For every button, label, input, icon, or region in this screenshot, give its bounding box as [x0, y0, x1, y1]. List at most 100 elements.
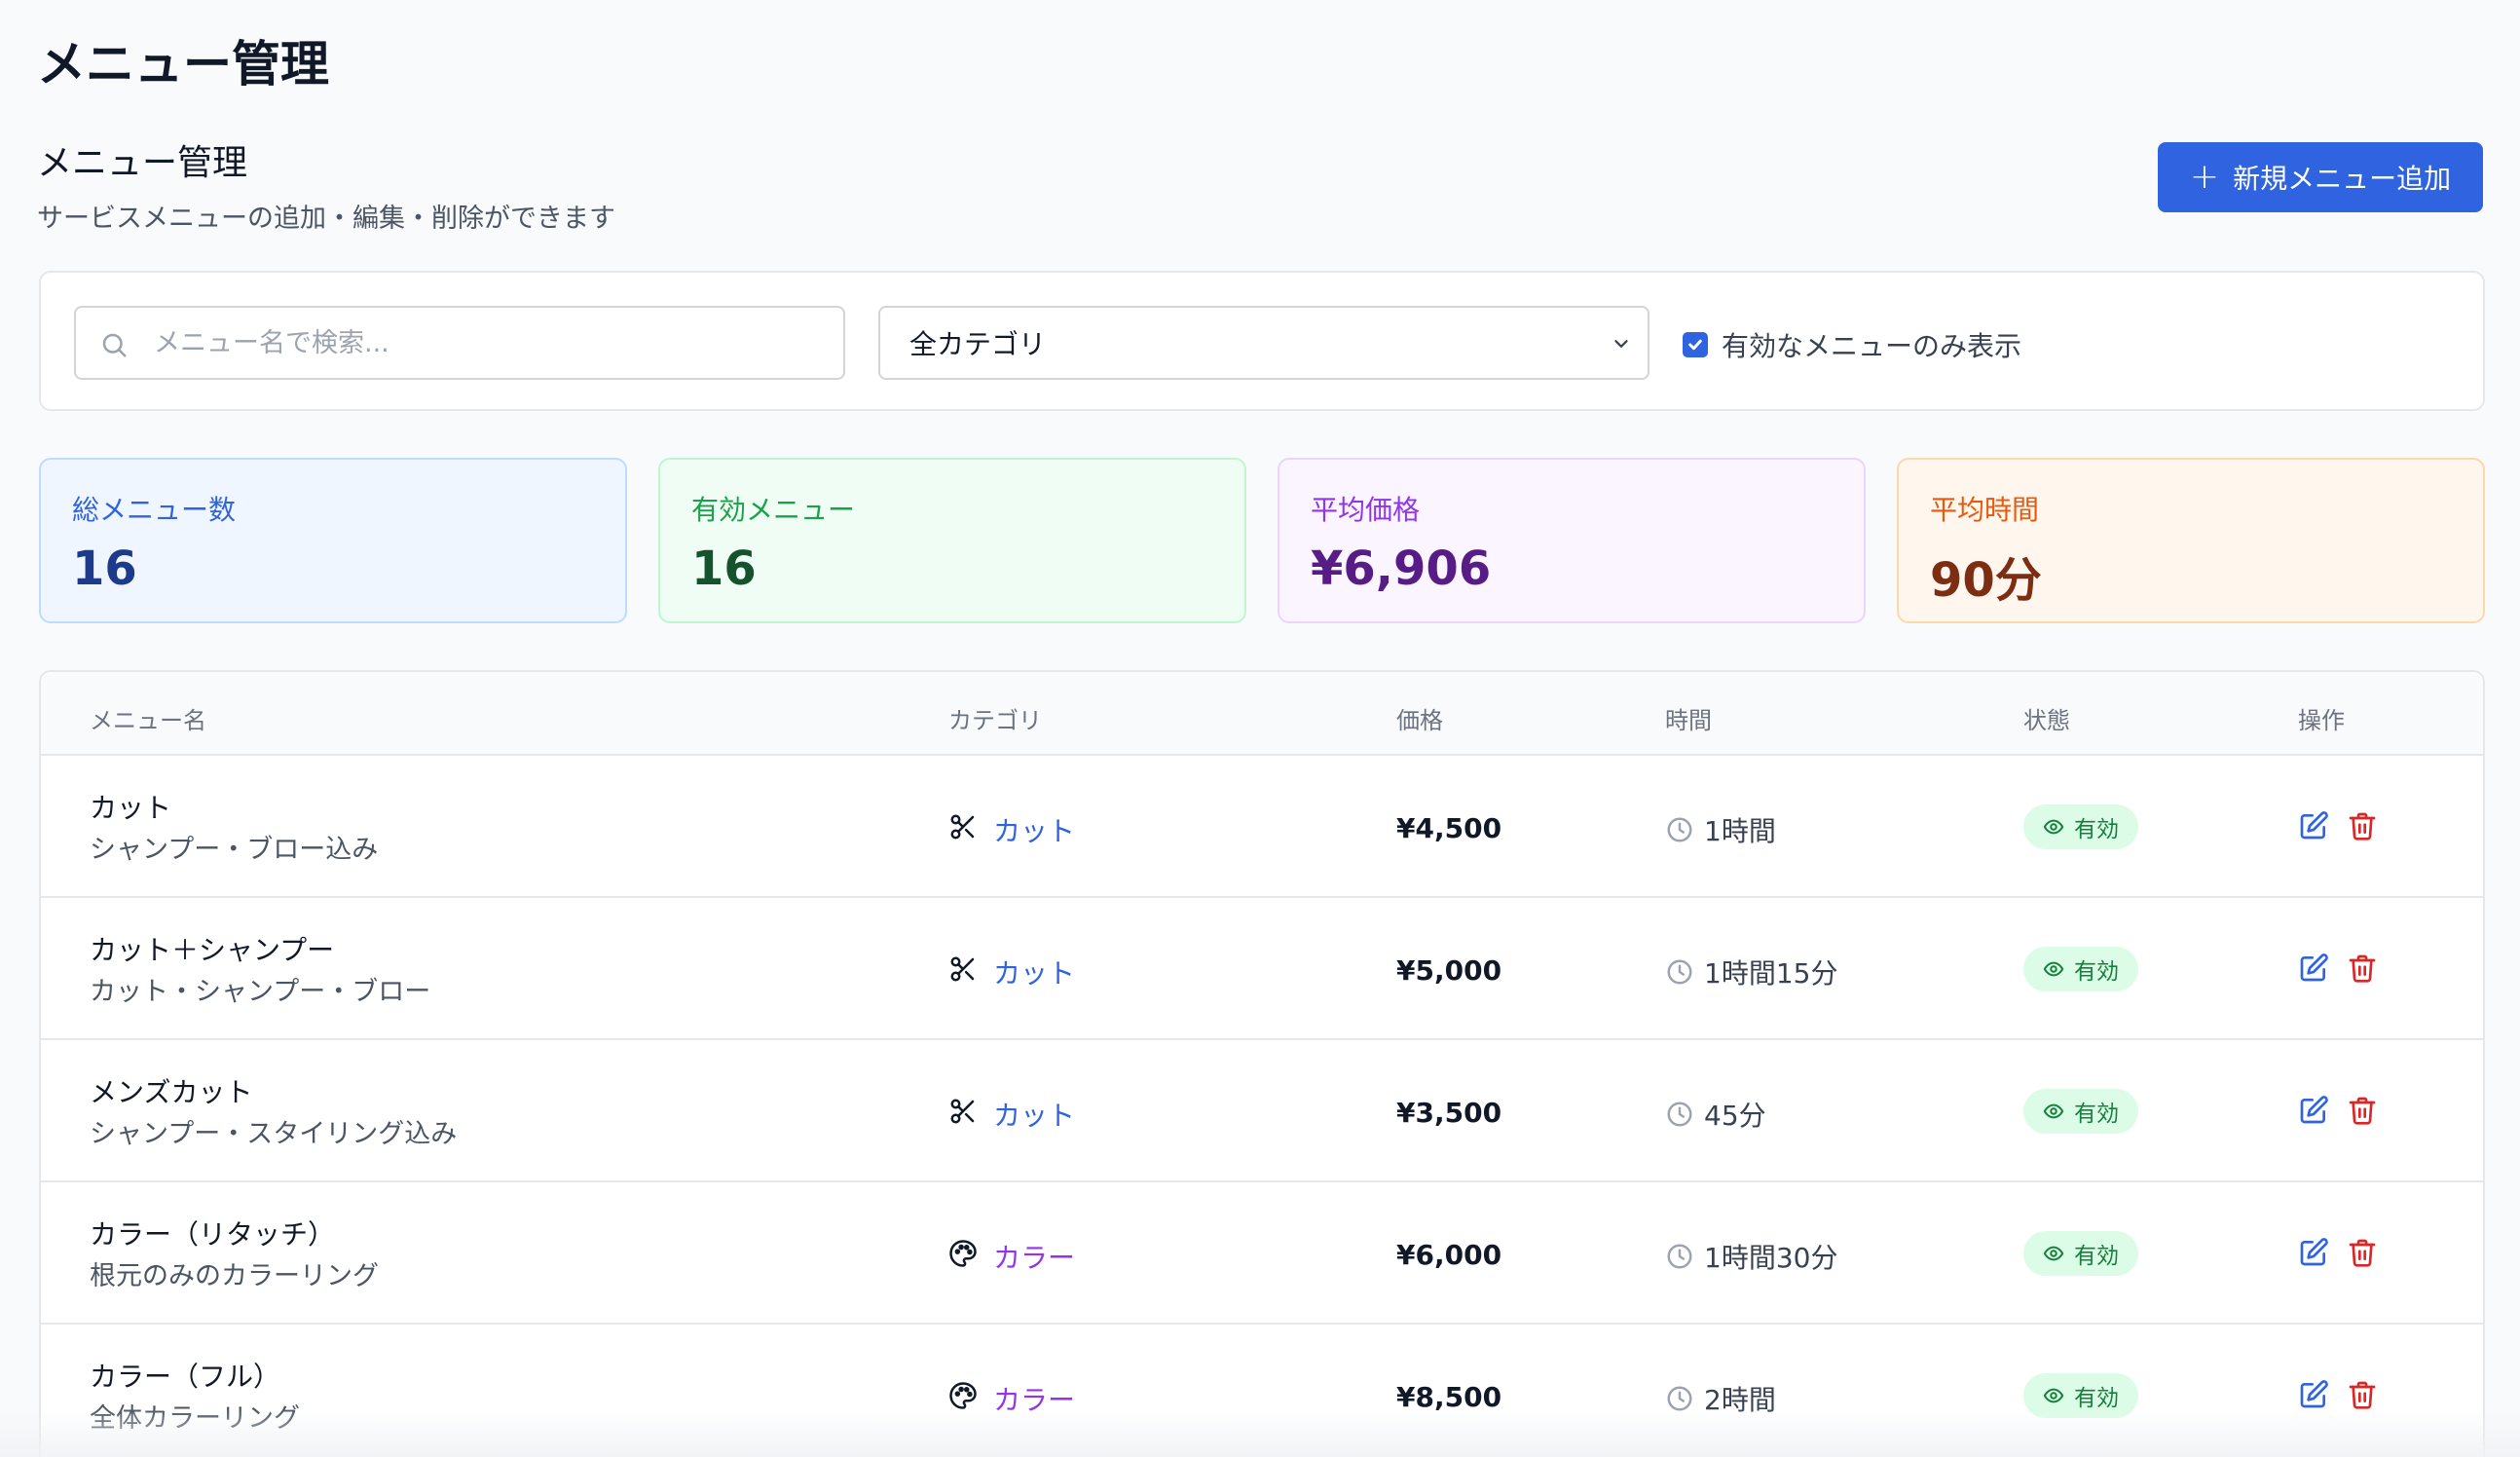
duration-label: 1時間	[1704, 815, 1776, 847]
delete-icon[interactable]	[2347, 1095, 2378, 1126]
table-header: メニュー名 カテゴリ 価格 時間 状態 操作	[41, 672, 2483, 754]
table-row: カット シャンプー・ブロー込み カット ¥4,500 1時間 有効	[41, 754, 2483, 896]
category-label: カラー	[993, 1242, 1076, 1274]
edit-icon[interactable]	[2298, 1237, 2329, 1268]
chevron-down-icon	[1614, 340, 1628, 348]
eye-icon	[2043, 961, 2064, 977]
section-subtitle: サービスメニューの追加・編集・削除ができます	[37, 204, 615, 234]
delete-icon[interactable]	[2347, 810, 2378, 841]
row-actions	[2298, 1379, 2378, 1410]
palette-icon	[948, 1381, 978, 1417]
menu-price: ¥8,500	[1396, 1381, 1502, 1413]
page-title: メニュー管理	[37, 36, 329, 93]
scissors-icon	[948, 812, 978, 848]
active-only-filter[interactable]: 有効なメニューのみ表示	[1683, 325, 2021, 364]
clock-icon	[1667, 959, 1692, 985]
duration-label: 2時間	[1704, 1384, 1776, 1416]
table-row: メンズカット シャンプー・スタイリング込み カット ¥3,500 45分 有効	[41, 1038, 2483, 1180]
menu-price: ¥6,000	[1396, 1239, 1502, 1271]
category-select[interactable]: 全カテゴリ	[878, 306, 1649, 380]
eye-icon	[2043, 1103, 2064, 1119]
status-badge: 有効	[2023, 804, 2138, 849]
header-status: 状態	[2023, 707, 2070, 734]
section-title: メニュー管理	[37, 143, 248, 183]
add-menu-button[interactable]: + 新規メニュー追加	[2158, 142, 2483, 212]
plus-icon: +	[2189, 157, 2220, 197]
menu-category: カット	[948, 1095, 1075, 1134]
menu-description: シャンプー・ブロー込み	[90, 835, 379, 865]
search-icon	[102, 333, 127, 357]
clock-icon	[1667, 1244, 1692, 1269]
edit-icon[interactable]	[2298, 1379, 2329, 1410]
table-row: カット＋シャンプー カット・シャンプー・ブロー カット ¥5,000 1時間15…	[41, 896, 2483, 1038]
category-label: カット	[993, 815, 1076, 847]
delete-icon[interactable]	[2347, 1379, 2378, 1410]
stat-average-price: 平均価格 ¥6,906	[1278, 458, 1866, 623]
section-header: メニュー管理 サービスメニューの追加・編集・削除ができます + 新規メニュー追加	[37, 134, 2483, 234]
delete-icon[interactable]	[2347, 1237, 2378, 1268]
status-label: 有効	[2074, 817, 2119, 842]
clock-icon	[1667, 1102, 1692, 1127]
menu-description: シャンプー・スタイリング込み	[90, 1119, 458, 1149]
menu-category: カラー	[948, 1379, 1075, 1418]
add-menu-label: 新規メニュー追加	[2233, 163, 2452, 195]
stat-avg-time-label: 平均時間	[1930, 494, 2040, 526]
duration-label: 1時間15分	[1704, 957, 1838, 990]
active-only-checkbox[interactable]	[1683, 332, 1708, 357]
status-badge: 有効	[2023, 1089, 2138, 1134]
scissors-icon	[948, 1097, 978, 1133]
menu-price: ¥3,500	[1396, 1097, 1502, 1129]
header-ops: 操作	[2298, 707, 2345, 734]
menu-description: 全体カラーリング	[90, 1403, 300, 1434]
menu-name: カット＋シャンプー	[90, 934, 335, 966]
status-badge: 有効	[2023, 1373, 2138, 1418]
menu-name: メンズカット	[90, 1076, 253, 1108]
category-select-value: 全カテゴリ	[909, 328, 1047, 360]
stat-avg-price-label: 平均価格	[1311, 494, 1421, 526]
row-actions	[2298, 1095, 2378, 1126]
menu-duration: 1時間30分	[1665, 1237, 1837, 1276]
stat-total-menus: 総メニュー数 16	[39, 458, 627, 623]
menu-duration: 1時間15分	[1665, 953, 1837, 991]
menu-category: カット	[948, 953, 1075, 991]
header-price: 価格	[1396, 707, 1443, 734]
menu-category: カラー	[948, 1237, 1075, 1276]
status-label: 有効	[2074, 959, 2119, 985]
filter-card: 全カテゴリ 有効なメニューのみ表示	[39, 271, 2485, 411]
category-label: カラー	[993, 1384, 1076, 1416]
eye-icon	[2043, 1246, 2064, 1261]
table-row: カラー（リタッチ） 根元のみのカラーリング カラー ¥6,000 1時間30分 …	[41, 1180, 2483, 1323]
stat-avg-price-value: ¥6,906	[1311, 542, 1492, 596]
duration-label: 1時間30分	[1704, 1242, 1838, 1274]
status-label: 有効	[2074, 1386, 2119, 1411]
category-label: カット	[993, 957, 1076, 990]
status-label: 有効	[2074, 1102, 2119, 1127]
header-name: メニュー名	[90, 707, 206, 734]
stat-active-value: 16	[691, 542, 757, 596]
status-badge: 有効	[2023, 947, 2138, 991]
menu-duration: 2時間	[1665, 1379, 1776, 1418]
palette-icon	[948, 1239, 978, 1275]
stat-active-menus: 有効メニュー 16	[658, 458, 1246, 623]
edit-icon[interactable]	[2298, 810, 2329, 841]
edit-icon[interactable]	[2298, 1095, 2329, 1126]
row-actions	[2298, 953, 2378, 984]
stat-avg-time-value: 90分	[1930, 553, 2042, 608]
menu-name: カット	[90, 792, 172, 824]
menu-management-page: メニュー管理 メニュー管理 サービスメニューの追加・編集・削除ができます + 新…	[0, 0, 2520, 1457]
menu-price: ¥4,500	[1396, 812, 1502, 844]
delete-icon[interactable]	[2347, 953, 2378, 984]
menu-name: カラー（リタッチ）	[90, 1218, 336, 1251]
menu-duration: 1時間	[1665, 810, 1776, 849]
menu-description: カット・シャンプー・ブロー	[90, 977, 431, 1007]
search-box[interactable]	[74, 306, 845, 380]
status-label: 有効	[2074, 1244, 2119, 1269]
menu-category: カット	[948, 810, 1075, 849]
edit-icon[interactable]	[2298, 953, 2329, 984]
search-input[interactable]	[154, 308, 826, 378]
stat-active-label: 有効メニュー	[691, 494, 856, 526]
row-actions	[2298, 810, 2378, 841]
eye-icon	[2043, 819, 2064, 835]
eye-icon	[2043, 1388, 2064, 1403]
table-row: カラー（フル） 全体カラーリング カラー ¥8,500 2時間 有効	[41, 1323, 2483, 1457]
